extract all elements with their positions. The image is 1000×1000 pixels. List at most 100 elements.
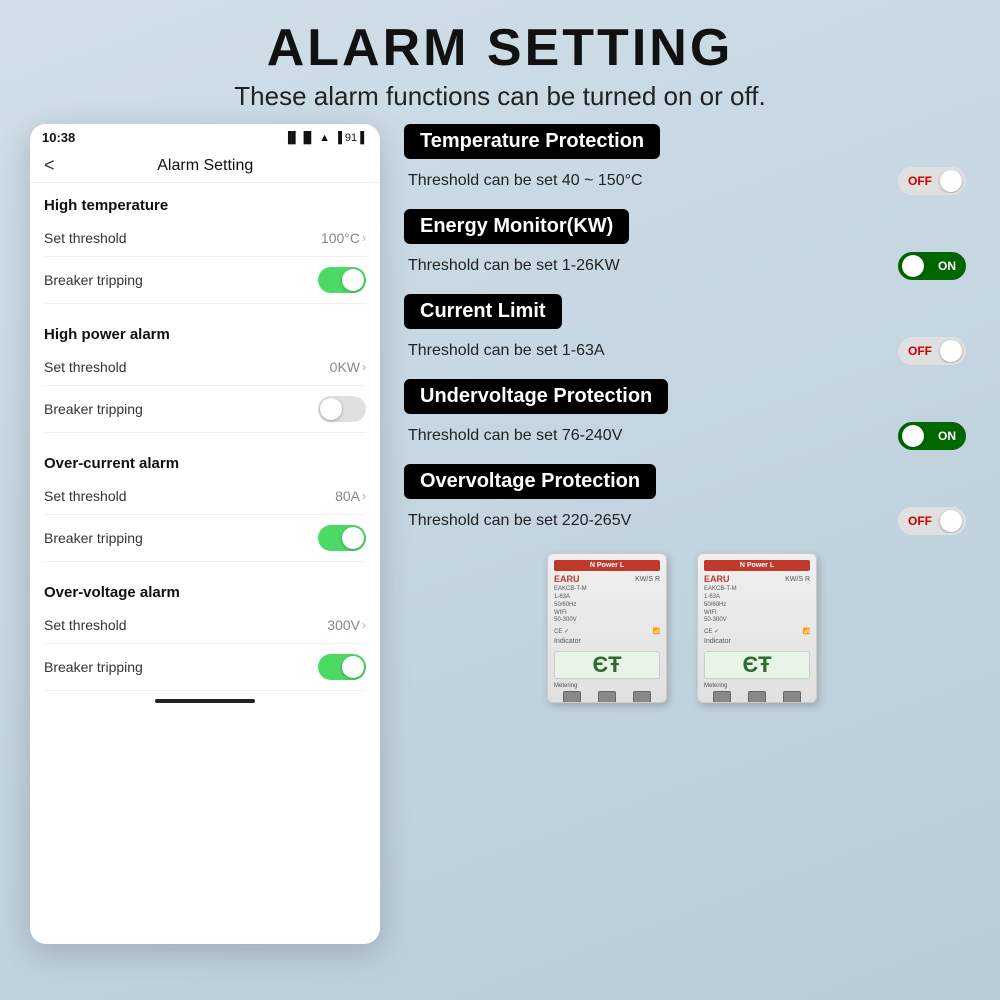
device-ce-wifi-2: CE ✓📶	[704, 628, 810, 635]
setting-row-breaker-temp: Breaker tripping	[44, 257, 366, 304]
toggle-knob-2	[320, 398, 342, 420]
feature-desc-row-overvoltage: Threshold can be set 220-265V OFF	[404, 503, 970, 539]
content-area: 10:38 ▐▌▐▌ ▲ ▐ 91 ▌ < Alarm Setting High…	[30, 124, 970, 944]
device-body-2: N Power L EARU KW/S R EAKCB-T-M1-63A50/6…	[697, 553, 817, 703]
device-terminals-2	[704, 691, 810, 703]
setting-value-threshold-temp: 100°C ›	[321, 230, 366, 246]
setting-row-breaker-power: Breaker tripping	[44, 386, 366, 433]
device-body-1: N Power L EARU KW/S R EAKCB-T-M1-63A50/6…	[547, 553, 667, 703]
home-indicator	[155, 699, 255, 703]
device-info-2: EAKCB-T-M1-63A50/60HzWIFI50-300V	[704, 586, 810, 625]
terminal-n	[563, 691, 581, 703]
terminal-l-2	[783, 691, 801, 703]
device-indicator: Indicator	[554, 638, 660, 645]
chevron-icon-3: ›	[362, 489, 366, 503]
terminal-load	[598, 691, 616, 703]
section-header-high-temp: High temperature	[44, 183, 366, 220]
section-over-voltage: Over-voltage alarm Set threshold 300V › …	[44, 570, 366, 691]
signal-icon: ▐▌▐▌	[284, 132, 315, 144]
status-bar: 10:38 ▐▌▐▌ ▲ ▐ 91 ▌	[30, 124, 380, 149]
setting-row-threshold-voltage[interactable]: Set threshold 300V ›	[44, 607, 366, 644]
feature-desc-temp: Threshold can be set 40 ~ 150°C	[408, 172, 643, 190]
setting-row-threshold-current[interactable]: Set threshold 80A ›	[44, 478, 366, 515]
setting-row-breaker-current: Breaker tripping	[44, 515, 366, 562]
setting-label-breaker-power: Breaker tripping	[44, 401, 143, 417]
device-ce-wifi: CE ✓📶	[554, 628, 660, 635]
section-over-current: Over-current alarm Set threshold 80A › B…	[44, 441, 366, 562]
feature-desc-current: Threshold can be set 1-63A	[408, 342, 605, 360]
toggle-knob-3	[342, 527, 364, 549]
toggle-breaker-current[interactable]	[318, 525, 366, 551]
toggle-breaker-power[interactable]	[318, 396, 366, 422]
feature-title-undervoltage: Undervoltage Protection	[404, 379, 668, 414]
setting-row-breaker-voltage: Breaker tripping	[44, 644, 366, 691]
feature-undervoltage: Undervoltage Protection Threshold can be…	[404, 379, 970, 454]
setting-label-threshold-temp: Set threshold	[44, 230, 127, 246]
toggle-label-temp: OFF	[908, 174, 932, 188]
toggle-knob-current	[940, 340, 962, 362]
toggle-energy-monitor[interactable]: ON	[898, 252, 966, 280]
terminal-l	[633, 691, 651, 703]
toggle-label-undervoltage: ON	[938, 429, 956, 443]
device-display-2: ЄŦ	[704, 651, 810, 679]
feature-desc-undervoltage: Threshold can be set 76-240V	[408, 427, 622, 445]
toggle-knob-temp	[940, 170, 962, 192]
device-metering-2: Metering	[704, 683, 810, 689]
toggle-current-limit[interactable]: OFF	[898, 337, 966, 365]
feature-title-current: Current Limit	[404, 294, 562, 329]
device-top-label-1: N Power L	[554, 560, 660, 571]
device-display-char-1: ЄŦ	[592, 652, 621, 678]
device-metering: Metering	[554, 683, 660, 689]
feature-desc-overvoltage: Threshold can be set 220-265V	[408, 512, 631, 530]
device-brand-1: EARU	[554, 574, 580, 584]
feature-current-limit: Current Limit Threshold can be set 1-63A…	[404, 294, 970, 369]
toggle-breaker-temp[interactable]	[318, 267, 366, 293]
toggle-temp-protection[interactable]: OFF	[898, 167, 966, 195]
toggle-label-energy: ON	[938, 259, 956, 273]
setting-label-threshold-power: Set threshold	[44, 359, 127, 375]
device-kw-r: KW/S R	[635, 576, 660, 583]
toggle-breaker-voltage[interactable]	[318, 654, 366, 680]
chevron-icon-4: ›	[362, 618, 366, 632]
toggle-undervoltage[interactable]: ON	[898, 422, 966, 450]
device-display-1: ЄŦ	[554, 651, 660, 679]
toggle-knob-energy	[902, 255, 924, 277]
device-terminals-1	[554, 691, 660, 703]
feature-title-energy: Energy Monitor(KW)	[404, 209, 629, 244]
feature-desc-row-energy: Threshold can be set 1-26KW ON	[404, 248, 970, 284]
status-time: 10:38	[42, 130, 75, 145]
header: ALARM SETTING These alarm functions can …	[30, 20, 970, 112]
feature-overvoltage: Overvoltage Protection Threshold can be …	[404, 464, 970, 539]
phone-content: High temperature Set threshold 100°C › B…	[30, 183, 380, 933]
feature-title-overvoltage: Overvoltage Protection	[404, 464, 656, 499]
setting-row-threshold-power[interactable]: Set threshold 0KW ›	[44, 349, 366, 386]
phone-mockup: 10:38 ▐▌▐▌ ▲ ▐ 91 ▌ < Alarm Setting High…	[30, 124, 380, 944]
toggle-label-overvoltage: OFF	[908, 514, 932, 528]
page-wrapper: ALARM SETTING These alarm functions can …	[0, 0, 1000, 1000]
devices-area: N Power L EARU KW/S R EAKCB-T-M1-63A50/6…	[404, 553, 970, 713]
device-top-label-2: N Power L	[704, 560, 810, 571]
section-header-over-voltage: Over-voltage alarm	[44, 570, 366, 607]
setting-label-breaker-voltage: Breaker tripping	[44, 659, 143, 675]
device-brand-2: EARU	[704, 574, 730, 584]
setting-label-breaker-current: Breaker tripping	[44, 530, 143, 546]
feature-title-temp: Temperature Protection	[404, 124, 660, 159]
device-info-1: EAKCB-T-M1-63A50/60HzWIFI50-300V	[554, 586, 660, 625]
section-header-over-current: Over-current alarm	[44, 441, 366, 478]
device-kw-r-2: KW/S R	[785, 576, 810, 583]
battery-icon: ▐ 91 ▌	[334, 132, 368, 144]
setting-row-threshold-temp[interactable]: Set threshold 100°C ›	[44, 220, 366, 257]
feature-energy-monitor: Energy Monitor(KW) Threshold can be set …	[404, 209, 970, 284]
toggle-overvoltage[interactable]: OFF	[898, 507, 966, 535]
chevron-icon: ›	[362, 231, 366, 245]
toggle-label-current: OFF	[908, 344, 932, 358]
main-title: ALARM SETTING	[30, 20, 970, 77]
terminal-load-2	[748, 691, 766, 703]
feature-temp-protection: Temperature Protection Threshold can be …	[404, 124, 970, 199]
toggle-knob-4	[342, 656, 364, 678]
chevron-icon-2: ›	[362, 360, 366, 374]
right-panel: Temperature Protection Threshold can be …	[404, 124, 970, 944]
back-button[interactable]: <	[44, 155, 55, 176]
feature-desc-row-temp: Threshold can be set 40 ~ 150°C OFF	[404, 163, 970, 199]
section-high-power: High power alarm Set threshold 0KW › Bre…	[44, 312, 366, 433]
